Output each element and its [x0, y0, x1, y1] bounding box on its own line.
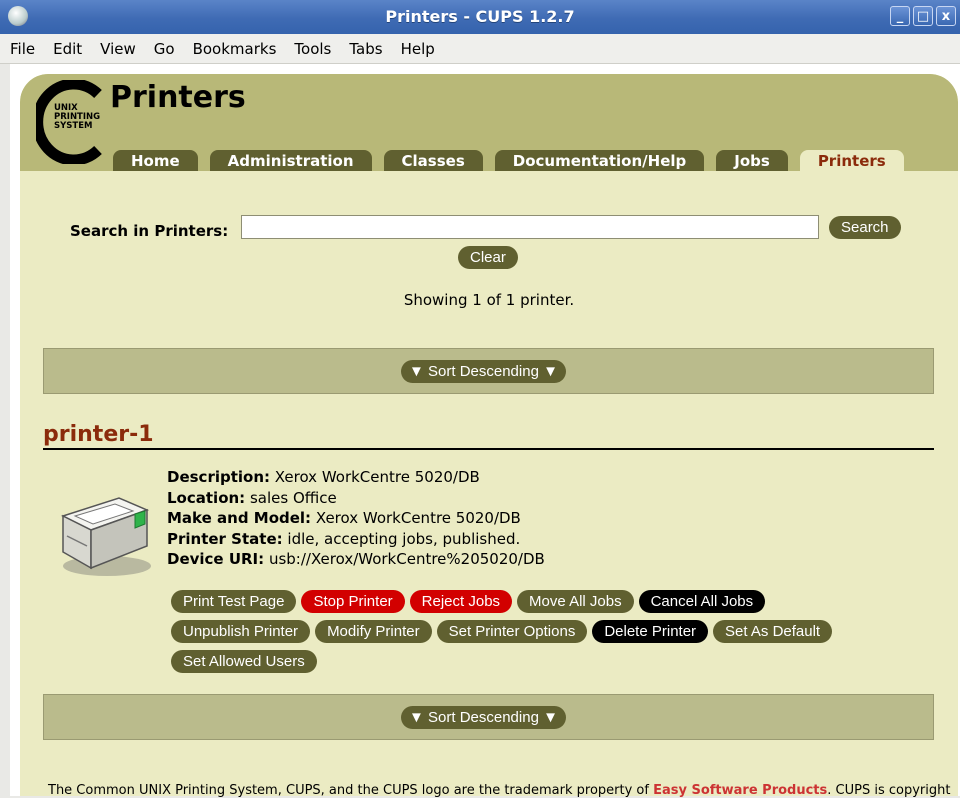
menu-edit[interactable]: Edit: [53, 40, 82, 58]
close-button[interactable]: x: [936, 6, 956, 26]
menu-tabs[interactable]: Tabs: [349, 40, 382, 58]
move-all-jobs-button[interactable]: Move All Jobs: [517, 590, 634, 613]
divider: [43, 448, 934, 450]
detail-device-uri: Device URI: usb://Xerox/WorkCentre%20502…: [167, 550, 545, 568]
menu-view[interactable]: View: [100, 40, 136, 58]
detail-location: Location: sales Office: [167, 488, 337, 507]
detail-make-model: Make and Model: Xerox WorkCentre 5020/DB: [167, 509, 521, 527]
stop-printer-button[interactable]: Stop Printer: [301, 590, 405, 613]
printer-icon: [61, 497, 151, 576]
menu-bar: File Edit View Go Bookmarks Tools Tabs H…: [0, 34, 960, 64]
reject-jobs-button[interactable]: Reject Jobs: [409, 590, 513, 613]
sort-descending-button[interactable]: ▼ Sort Descending ▼: [401, 360, 566, 383]
search-label: Search in Printers:: [70, 222, 229, 240]
window-title: Printers - CUPS 1.2.7: [385, 7, 575, 26]
menu-file[interactable]: File: [10, 40, 35, 58]
print-test-page-button[interactable]: Print Test Page: [171, 590, 297, 613]
minimize-button[interactable]: _: [890, 6, 910, 26]
tab-administration[interactable]: Administration: [209, 150, 372, 171]
tab-printers[interactable]: Printers: [799, 150, 904, 171]
modify-printer-button[interactable]: Modify Printer: [315, 620, 432, 643]
nav-tabs: Home Administration Classes Documentatio…: [113, 150, 904, 171]
unpublish-printer-button[interactable]: Unpublish Printer: [171, 620, 311, 643]
clear-button[interactable]: Clear: [458, 246, 518, 269]
set-allowed-users-button[interactable]: Set Allowed Users: [171, 650, 317, 673]
tab-home[interactable]: Home: [113, 150, 198, 171]
menu-bookmarks[interactable]: Bookmarks: [193, 40, 277, 58]
window-titlebar: Printers - CUPS 1.2.7 _ □ x: [0, 0, 960, 34]
printer-actions: Print Test Page Stop Printer Reject Jobs Mo…: [171, 590, 931, 680]
svg-text:SYSTEM: SYSTEM: [54, 121, 92, 131]
search-input[interactable]: [241, 215, 819, 239]
maximize-button[interactable]: □: [913, 6, 933, 26]
detail-printer-state: Printer State: idle, accepting jobs, pub…: [167, 529, 521, 548]
sort-bar-top: ▼ Sort Descending ▼: [43, 348, 934, 394]
menu-go[interactable]: Go: [154, 40, 175, 58]
printer-details: Description: Xerox WorkCentre 5020/DB Lo…: [167, 467, 545, 570]
set-as-default-button[interactable]: Set As Default: [713, 620, 833, 643]
cups-logo: UNIX PRINTING SYSTEM: [36, 80, 102, 164]
tab-documentation-help[interactable]: Documentation/Help: [494, 150, 705, 171]
results-count: Showing 1 of 1 printer.: [403, 291, 575, 309]
search-button[interactable]: Search: [829, 216, 901, 239]
sort-bar-bottom: ▼ Sort Descending ▼: [43, 694, 934, 740]
menu-tools[interactable]: Tools: [294, 40, 331, 58]
browser-viewport: UNIX PRINTING SYSTEM Printers Home Admin…: [10, 64, 960, 798]
cups-page: UNIX PRINTING SYSTEM Printers Home Admin…: [20, 74, 958, 796]
tab-classes[interactable]: Classes: [383, 150, 483, 171]
sort-descending-button-bottom[interactable]: ▼ Sort Descending ▼: [401, 706, 566, 729]
menu-help[interactable]: Help: [401, 40, 435, 58]
cancel-all-jobs-button[interactable]: Cancel All Jobs: [638, 590, 766, 613]
detail-description: Description: Xerox WorkCentre 5020/DB: [167, 468, 480, 486]
page-title: Printers: [110, 80, 246, 115]
printer-name-link[interactable]: printer-1: [43, 422, 154, 447]
set-printer-options-button[interactable]: Set Printer Options: [436, 620, 588, 643]
page-header: UNIX PRINTING SYSTEM Printers Home Admin…: [20, 74, 958, 171]
delete-printer-button[interactable]: Delete Printer: [592, 620, 709, 643]
tab-jobs[interactable]: Jobs: [716, 150, 788, 171]
